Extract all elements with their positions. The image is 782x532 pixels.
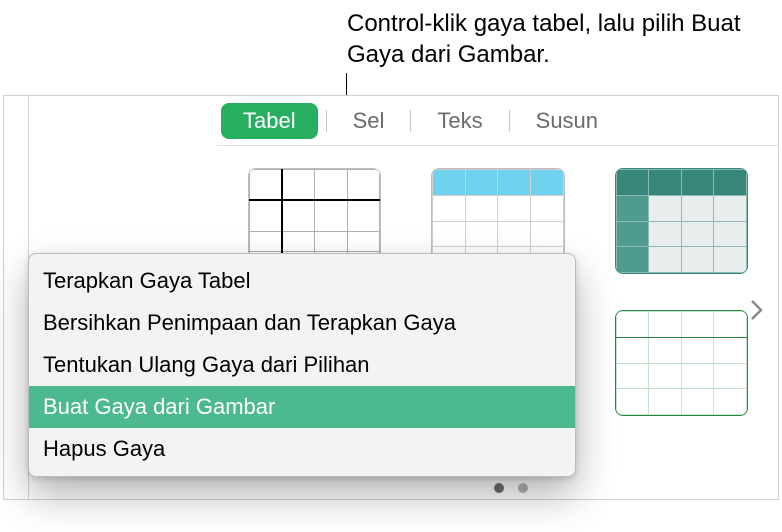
table-style-preview — [616, 311, 747, 415]
tab-label: Sel — [353, 108, 385, 133]
menu-item-create-style-from-image[interactable]: Buat Gaya dari Gambar — [29, 386, 575, 428]
menu-item-label: Tentukan Ulang Gaya dari Pilihan — [43, 352, 370, 377]
style-pager — [494, 483, 528, 493]
pager-dot[interactable] — [518, 483, 528, 493]
menu-item-apply-style[interactable]: Terapkan Gaya Tabel — [29, 260, 575, 302]
chevron-right-icon — [749, 298, 765, 322]
tab-sel[interactable]: Sel — [335, 103, 403, 139]
inspector-tab-bar: Tabel Sel Teks Susun — [217, 96, 778, 146]
menu-item-label: Hapus Gaya — [43, 436, 165, 461]
tab-tabel[interactable]: Tabel — [221, 103, 318, 139]
table-style-context-menu: Terapkan Gaya Tabel Bersihkan Penimpaan … — [28, 253, 576, 477]
callout-annotation: Control-klik gaya tabel, lalu pilih Buat… — [347, 8, 767, 70]
menu-item-clear-overrides[interactable]: Bersihkan Penimpaan dan Terapkan Gaya — [29, 302, 575, 344]
tab-separator — [326, 110, 327, 132]
tab-teks[interactable]: Teks — [419, 103, 500, 139]
menu-item-label: Bersihkan Penimpaan dan Terapkan Gaya — [43, 310, 456, 335]
tab-separator — [410, 110, 411, 132]
menu-item-redefine-style[interactable]: Tentukan Ulang Gaya dari Pilihan — [29, 344, 575, 386]
tab-label: Tabel — [243, 108, 296, 133]
tab-label: Susun — [536, 108, 598, 133]
tab-separator — [509, 110, 510, 132]
callout-text: Control-klik gaya tabel, lalu pilih Buat… — [347, 10, 741, 68]
pager-dot[interactable] — [494, 483, 504, 493]
table-style-preview — [616, 169, 747, 273]
menu-item-delete-style[interactable]: Hapus Gaya — [29, 428, 575, 470]
carousel-next-button[interactable] — [744, 292, 770, 328]
tab-label: Teks — [437, 108, 482, 133]
tab-susun[interactable]: Susun — [518, 103, 616, 139]
table-style-thumbnail[interactable] — [615, 310, 748, 416]
menu-item-label: Buat Gaya dari Gambar — [43, 394, 275, 419]
menu-item-label: Terapkan Gaya Tabel — [43, 268, 251, 293]
left-gutter — [4, 96, 29, 499]
table-style-thumbnail[interactable] — [615, 168, 748, 274]
